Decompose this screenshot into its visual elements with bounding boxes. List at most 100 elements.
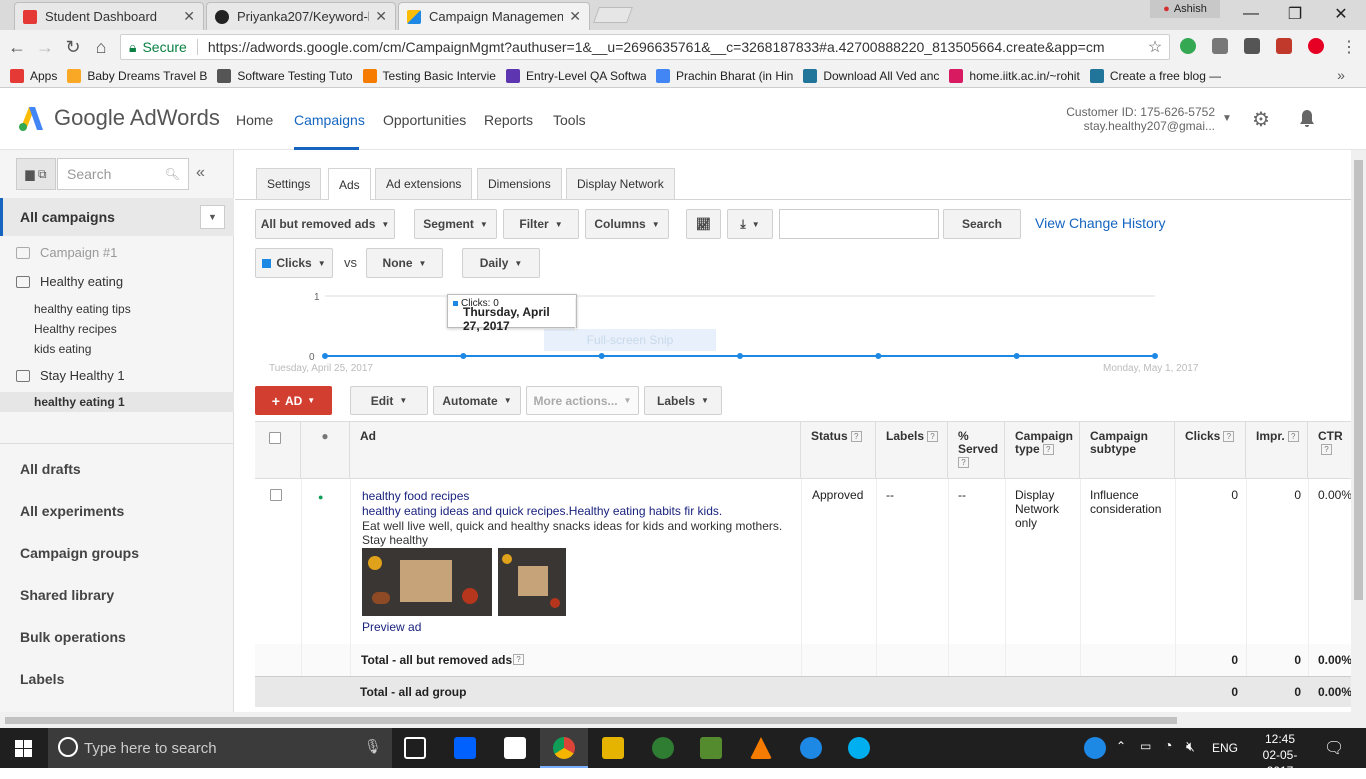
select-all-checkbox[interactable] [269,432,281,444]
action-center-icon[interactable]: 🗨︎ [1324,738,1344,758]
close-icon[interactable]: ✕ [183,8,195,25]
row-checkbox[interactable] [270,489,282,501]
task-view-icon[interactable] [404,737,426,759]
data-point[interactable] [322,353,328,359]
extension-m-icon[interactable] [1244,38,1260,54]
sidebar-item-stay-healthy-1[interactable]: Stay Healthy 1 [16,368,125,383]
browser-tab-campaign-management[interactable]: Campaign Management ✕ [398,2,590,30]
file-explorer-icon[interactable] [602,737,624,759]
help-icon[interactable]: ? [958,457,969,469]
data-point[interactable] [1152,353,1158,359]
filter-dropdown[interactable]: Filter ▼ [503,209,579,239]
sidebar-item-campaign-1[interactable]: Campaign #1 [16,245,117,260]
folder-view-toggle[interactable]: ▆ ⧉ [16,158,56,190]
sidebar-all-experiments[interactable]: All experiments [20,503,124,519]
battery-icon[interactable]: ▭ [1140,739,1151,753]
close-icon[interactable]: ✕ [375,8,387,25]
account-info[interactable]: Customer ID: 175-626-5752 stay.healthy20… [1040,105,1215,133]
view-filter-dropdown[interactable]: All but removed ads ▼ [255,209,395,239]
close-icon[interactable]: ✕ [569,8,581,25]
search-button[interactable]: Search [943,209,1021,239]
vlc-icon[interactable] [750,737,772,759]
wifi-icon[interactable]: ◔ [1164,737,1172,753]
notifications-bell-icon[interactable] [1298,109,1316,129]
tab-ad-extensions[interactable]: Ad extensions [375,168,473,199]
reload-icon[interactable]: ↻ [60,35,86,59]
columns-dropdown[interactable]: Columns ▼ [585,209,669,239]
bookmark-item[interactable]: home.iitk.ac.in/~rohit [949,68,1080,83]
help-icon[interactable]: ? [513,654,524,665]
nav-reports[interactable]: Reports [484,112,533,128]
tab-display-network[interactable]: Display Network [566,168,675,199]
bookmark-item[interactable]: Testing Basic Intervie [362,68,496,83]
profile-button[interactable]: ● Ashish [1150,0,1220,18]
ad-image-square[interactable] [498,548,566,616]
sidebar-bulk-operations[interactable]: Bulk operations [20,629,126,645]
internet-explorer-icon[interactable] [800,737,822,759]
chevron-up-icon[interactable]: ⌃ [1116,739,1126,753]
preview-ad-link[interactable]: Preview ad [362,620,421,634]
header-ctr[interactable]: CTR? [1308,422,1351,479]
ads-search-input[interactable] [779,209,939,239]
extension-pdf-icon[interactable] [1276,38,1292,54]
bookmark-item[interactable]: Baby Dreams Travel B [67,68,207,83]
data-point[interactable] [598,353,605,359]
address-bar[interactable]: 🔒︎ Secure https://adwords.google.com/cm/… [120,34,1170,60]
segment-dropdown[interactable]: Segment ▼ [414,209,497,239]
header-status[interactable]: Status? [801,422,876,479]
browser-tab-student-dashboard[interactable]: Student Dashboard ✕ [14,2,204,30]
skype-icon[interactable] [848,737,870,759]
store-icon[interactable] [504,737,526,759]
header-impr[interactable]: Impr.? [1246,422,1308,479]
data-point[interactable] [875,353,882,359]
account-dropdown-icon[interactable]: ▼ [1222,113,1232,124]
taskbar-search-input[interactable]: Type here to search 🎙︎ [48,728,392,768]
minimize-button[interactable]: — [1228,0,1274,28]
horizontal-scrollbar[interactable] [0,712,1366,728]
view-change-history-link[interactable]: View Change History [1035,215,1165,231]
evernote-icon[interactable] [700,737,722,759]
window-close-button[interactable]: ✕ [1318,0,1364,28]
add-ad-button[interactable]: + AD ▼ [255,386,332,415]
help-icon[interactable]: ? [1042,444,1054,456]
period-dropdown[interactable]: Daily ▼ [462,248,540,278]
scrollbar-thumb[interactable] [5,717,1177,724]
chevron-down-icon[interactable]: ▼ [200,205,225,229]
taskbar-clock[interactable]: 12:45 02-05-2017 [1252,731,1308,779]
data-point[interactable] [1013,353,1020,359]
extension-green-icon[interactable] [1180,38,1196,54]
bookmark-star-icon[interactable]: ☆ [1142,35,1168,59]
tab-ads[interactable]: Ads [328,168,371,200]
tab-settings[interactable]: Settings [256,168,322,199]
vertical-scrollbar[interactable] [1351,150,1366,712]
header-ad[interactable]: Ad [350,422,801,479]
sidebar-item-healthy-eating[interactable]: Healthy eating [16,274,123,289]
windows-start-icon[interactable] [15,740,32,757]
nav-home[interactable]: Home [236,112,273,128]
restore-button[interactable]: ❐ [1272,0,1318,28]
header-campaign-subtype[interactable]: Campaign subtype [1080,422,1175,479]
sidebar-labels[interactable]: Labels [20,671,64,687]
labels-dropdown[interactable]: Labels ▼ [644,386,722,415]
chrome-taskbar-button[interactable] [540,728,588,768]
tripadvisor-icon[interactable] [652,737,674,759]
browser-tab-github[interactable]: Priyanka207/Keyword-lis ✕ [206,2,396,30]
data-point[interactable] [460,353,467,359]
help-icon[interactable]: ? [1321,444,1332,456]
menu-icon[interactable]: ⋮ [1336,35,1362,59]
dropbox-icon[interactable] [454,737,476,759]
more-actions-dropdown[interactable]: More actions... ▼ [526,386,639,415]
back-icon[interactable]: ← [4,35,30,59]
help-icon[interactable]: ? [1223,431,1235,443]
ad-headline-link[interactable]: healthy food recipes [362,489,797,504]
home-icon[interactable]: ⌂ [88,35,114,59]
scrollbar-thumb[interactable] [1354,160,1363,600]
header-clicks[interactable]: Clicks? [1175,422,1246,479]
download-button[interactable]: ⤓ ▼ [727,209,773,239]
sidebar-all-drafts[interactable]: All drafts [20,461,81,477]
forward-icon[interactable]: → [32,35,58,59]
sidebar-campaign-groups[interactable]: Campaign groups [20,545,139,561]
collapse-sidebar-icon[interactable]: « [196,164,205,182]
metric2-dropdown[interactable]: None ▼ [366,248,443,278]
new-tab-button[interactable] [593,7,633,23]
